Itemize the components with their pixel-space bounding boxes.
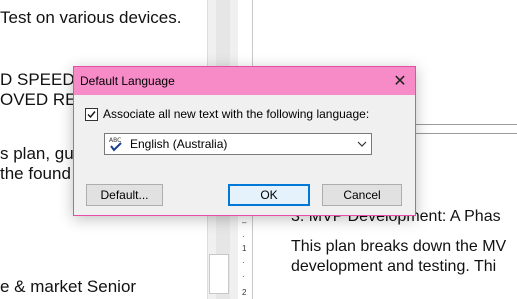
default-language-dialog: Default Language ✕ Associate all new tex… bbox=[73, 66, 416, 216]
language-selected-value: English (Australia) bbox=[130, 137, 228, 151]
default-button[interactable]: Default... bbox=[86, 184, 163, 206]
ruler-tick: · bbox=[242, 258, 245, 267]
doc-line: This plan breaks down the MV bbox=[291, 238, 507, 255]
ruler-tick: – bbox=[242, 218, 247, 227]
dialog-title: Default Language bbox=[80, 74, 175, 88]
doc-line: Test on various devices. bbox=[0, 8, 182, 27]
doc-line: the found bbox=[0, 164, 71, 183]
associate-language-checkbox[interactable] bbox=[85, 107, 98, 121]
ruler-tick: · bbox=[242, 272, 245, 281]
ruler-mark: 2 bbox=[242, 288, 247, 297]
language-select[interactable]: ABC English (Australia) bbox=[104, 133, 372, 155]
doc-line: e & market Senior bbox=[0, 277, 137, 296]
ruler-tick: · bbox=[242, 232, 245, 241]
spellcheck-abc-icon: ABC bbox=[108, 135, 126, 153]
close-icon: ✕ bbox=[393, 73, 407, 90]
close-button[interactable]: ✕ bbox=[385, 67, 415, 95]
cancel-button[interactable]: Cancel bbox=[322, 184, 402, 206]
doc-line: development and testing. Thi bbox=[291, 258, 497, 275]
svg-text:ABC: ABC bbox=[109, 137, 121, 144]
scroll-thumb[interactable] bbox=[209, 254, 229, 294]
chevron-down-icon[interactable] bbox=[353, 141, 371, 147]
associate-language-label: Associate all new text with the followin… bbox=[103, 107, 370, 121]
ruler-mark: 1 bbox=[242, 244, 247, 253]
dialog-titlebar[interactable]: Default Language ✕ bbox=[74, 67, 415, 95]
ok-button[interactable]: OK bbox=[228, 184, 310, 206]
associate-language-row[interactable]: Associate all new text with the followin… bbox=[85, 107, 369, 121]
checkmark-icon bbox=[87, 110, 96, 118]
